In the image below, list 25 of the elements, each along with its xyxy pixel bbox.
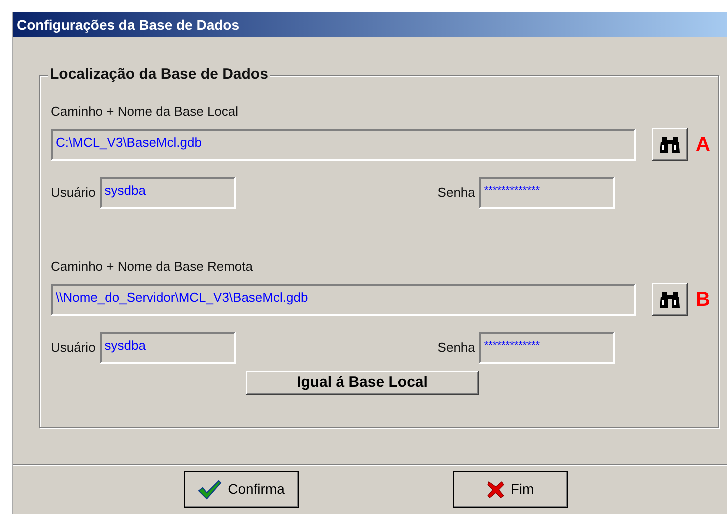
browse-button[interactable] [652,128,688,161]
browse-button[interactable] [652,283,688,316]
exit-button[interactable]: Fim [453,471,568,508]
path-field[interactable]: \\Nome_do_Servidor\MCL_V3\BaseMcl.gdb [51,284,636,316]
group-title: Localização da Base de Dados [48,66,270,84]
binoculars-icon [659,290,681,308]
annotation-letter: B [696,288,712,312]
password-field[interactable]: ************* [479,332,616,364]
close-icon [486,480,505,498]
user-field[interactable]: sysdba [100,177,236,209]
password-field[interactable]: ************* [479,177,616,209]
annotation-letter: A [696,132,712,158]
user-field[interactable]: sysdba [100,332,236,364]
password-label: Senha [438,340,476,356]
binoculars-icon [659,136,681,154]
path-field[interactable]: C:\MCL_V3\BaseMcl.gdb [51,128,636,160]
copy-button[interactable]: Igual á Base Local [246,371,479,395]
password-label: Senha [438,185,476,201]
field-label: Caminho + Nome da Base Remota [51,259,254,275]
field-label: Caminho + Nome da Base Local [51,104,240,120]
check-icon [198,480,222,500]
user-label: Usuário [51,185,96,201]
confirm-button[interactable]: Confirma [184,471,299,508]
user-label: Usuário [51,340,96,356]
window-title: Configurações da Base de Dados [13,12,727,37]
